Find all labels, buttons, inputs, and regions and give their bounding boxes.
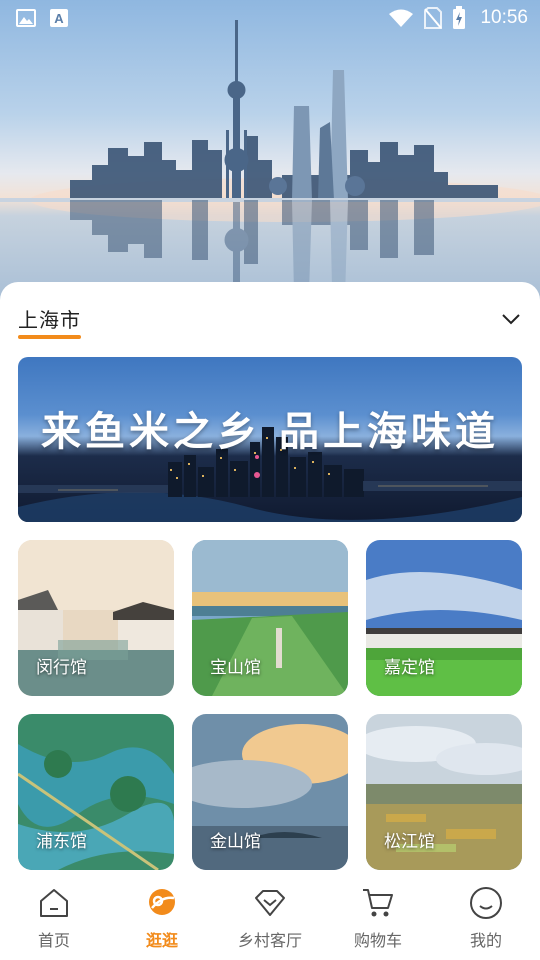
city-name: 上海市 [18,308,81,332]
tab-home[interactable]: 首页 [0,878,108,960]
pavilion-tile-pudong[interactable]: 浦东馆 [18,714,174,870]
content-sheet: 上海市 来鱼米之乡 品上海味道 闵行馆 宝山馆 嘉定馆 浦东馆 金山馆 松江馆 [0,282,540,878]
wifi-icon [389,9,414,27]
no-sim-icon [424,7,443,29]
tab-label: 乡村客厅 [237,931,302,950]
tab-label: 逛逛 [145,931,178,950]
pavilion-label: 嘉定馆 [384,658,435,678]
font-icon: A [50,9,68,27]
chevron-down-icon[interactable] [500,308,522,330]
status-bar: A 10:56 [0,0,540,36]
pavilion-label: 金山馆 [210,832,261,852]
tab-label: 购物车 [353,931,402,950]
pavilion-label: 闵行馆 [36,658,87,678]
pavilion-tile-jiading[interactable]: 嘉定馆 [366,540,522,696]
profile-icon [470,887,502,919]
promo-banner[interactable]: 来鱼米之乡 品上海味道 [18,357,522,522]
browse-icon [149,889,175,915]
pavilion-label: 浦东馆 [36,832,87,852]
tab-browse[interactable]: 逛逛 [108,878,216,960]
pavilion-tile-songjiang[interactable]: 松江馆 [366,714,522,870]
tab-label: 首页 [37,931,70,950]
city-underline [18,335,81,339]
city-selector[interactable]: 上海市 [18,304,526,344]
tab-village-lounge[interactable]: 乡村客厅 [216,878,324,960]
hero-skyline-image [0,0,540,300]
pavilion-label: 松江馆 [384,832,435,852]
pavilion-tile-baoshan[interactable]: 宝山馆 [192,540,348,696]
diamond-icon [255,890,285,916]
pavilion-tile-jinshan[interactable]: 金山馆 [192,714,348,870]
pavilion-label: 宝山馆 [210,658,261,678]
battery-icon [453,6,466,29]
cart-icon [363,889,393,917]
gallery-icon [16,9,36,27]
svg-text:A: A [54,11,64,26]
status-time: 10:56 [480,7,528,28]
tab-profile[interactable]: 我的 [432,878,540,960]
banner-title: 来鱼米之乡 品上海味道 [41,408,499,455]
tab-label: 我的 [469,931,502,950]
home-icon [40,889,68,917]
bottom-tab-bar: 首页 逛逛 乡村客厅 购物车 我的 [0,878,540,960]
tab-cart[interactable]: 购物车 [324,878,432,960]
pavilion-tile-minhang[interactable]: 闵行馆 [18,540,174,696]
